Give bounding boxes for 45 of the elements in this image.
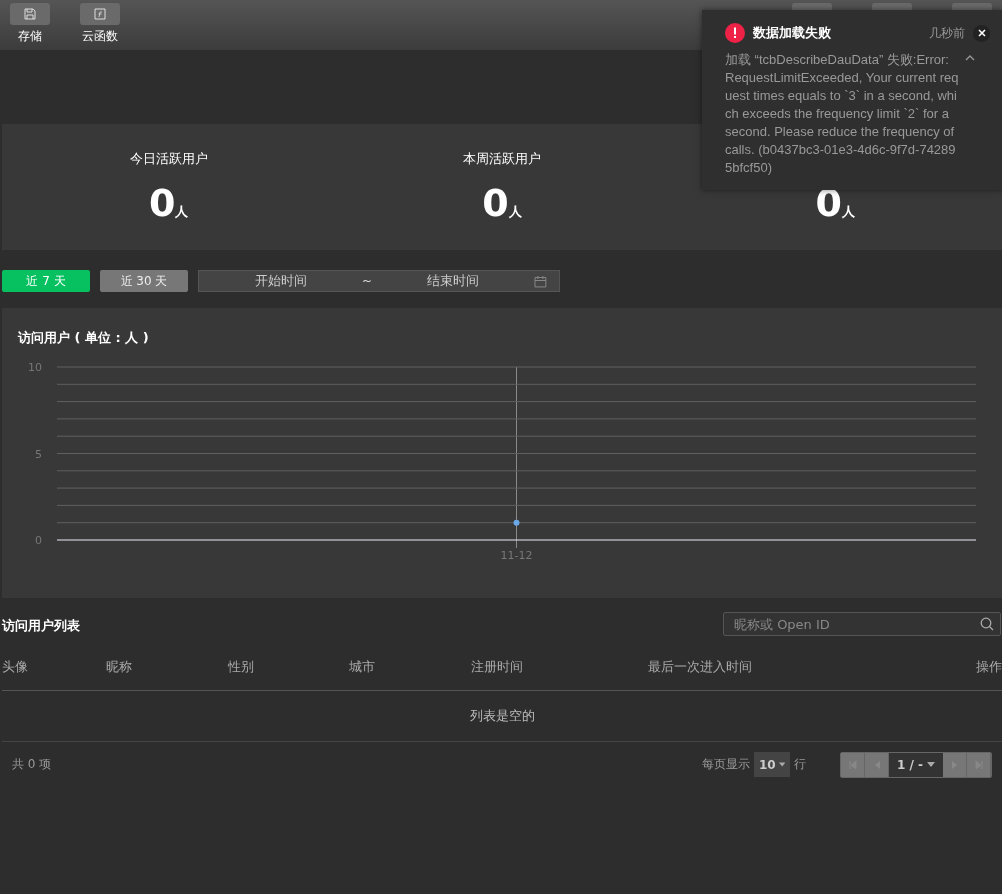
- toolbar-button[interactable]: [10, 3, 50, 25]
- toolbar-label: 存储: [18, 28, 42, 45]
- table-title: 访问用户列表: [2, 617, 80, 635]
- page-size-unit: 行: [794, 756, 806, 773]
- notification-title: 数据加载失败: [753, 24, 832, 42]
- data-point: [513, 519, 520, 526]
- notification-message: 加载 “tcbDescribeDauData” 失败:Error: RequestLimitExceeded, Your current request times equals to `3` in a second, which exceeds the frequency limit `2` for a second. Please reduce the frequency of calls. (b0437bc3-01e3-4d6c-9f7d-742895bfcf50): [725, 51, 959, 177]
- stat-value: 0: [148, 181, 176, 225]
- date-range-field[interactable]: 开始时间 ~ 结束时间: [198, 270, 560, 292]
- function-icon: [94, 8, 106, 20]
- page-size-select[interactable]: 10: [754, 752, 790, 777]
- stat-unit: 人: [842, 204, 856, 221]
- toolbar-label: 云函数: [82, 28, 118, 45]
- close-button[interactable]: [973, 24, 990, 42]
- column-header: 头像: [2, 657, 29, 676]
- column-header: 城市: [349, 657, 376, 676]
- save-icon: [24, 8, 36, 20]
- column-header: 操作: [976, 657, 1002, 676]
- search-icon: [980, 617, 994, 631]
- column-header: 昵称: [106, 657, 133, 676]
- column-header: 性别: [228, 657, 255, 676]
- y-tick-label: 5: [35, 447, 42, 461]
- total-count: 共 0 项: [12, 756, 52, 773]
- calendar-icon: [534, 274, 547, 288]
- y-tick-label: 10: [28, 361, 42, 374]
- stat-value: 0: [815, 181, 843, 225]
- stat-label: 本周活跃用户: [463, 150, 541, 167]
- y-tick-label: 0: [35, 534, 42, 547]
- range-tab[interactable]: 近 30 天: [100, 270, 188, 292]
- notification-time: 几秒前: [929, 24, 965, 42]
- column-header: 最后一次进入时间: [648, 657, 753, 676]
- x-tick-label: 11-12: [500, 549, 533, 562]
- stat-label: 今日活跃用户: [129, 150, 208, 167]
- close-icon: [977, 29, 986, 37]
- column-header: 注册时间: [471, 657, 524, 676]
- stat-unit: 人: [508, 204, 522, 221]
- search-field[interactable]: 昵称或 Open ID: [723, 612, 1001, 636]
- page-size-label: 每页显示: [702, 756, 750, 773]
- empty-message: 列表是空的: [469, 707, 535, 725]
- caret-icon: [778, 762, 785, 767]
- error-icon: [725, 23, 745, 43]
- stat-unit: 人: [175, 204, 189, 221]
- toolbar-button[interactable]: [80, 3, 120, 25]
- stat-value: 0: [482, 181, 509, 225]
- chart-title: 访问用户 ( 单位 : 人 ): [18, 329, 149, 347]
